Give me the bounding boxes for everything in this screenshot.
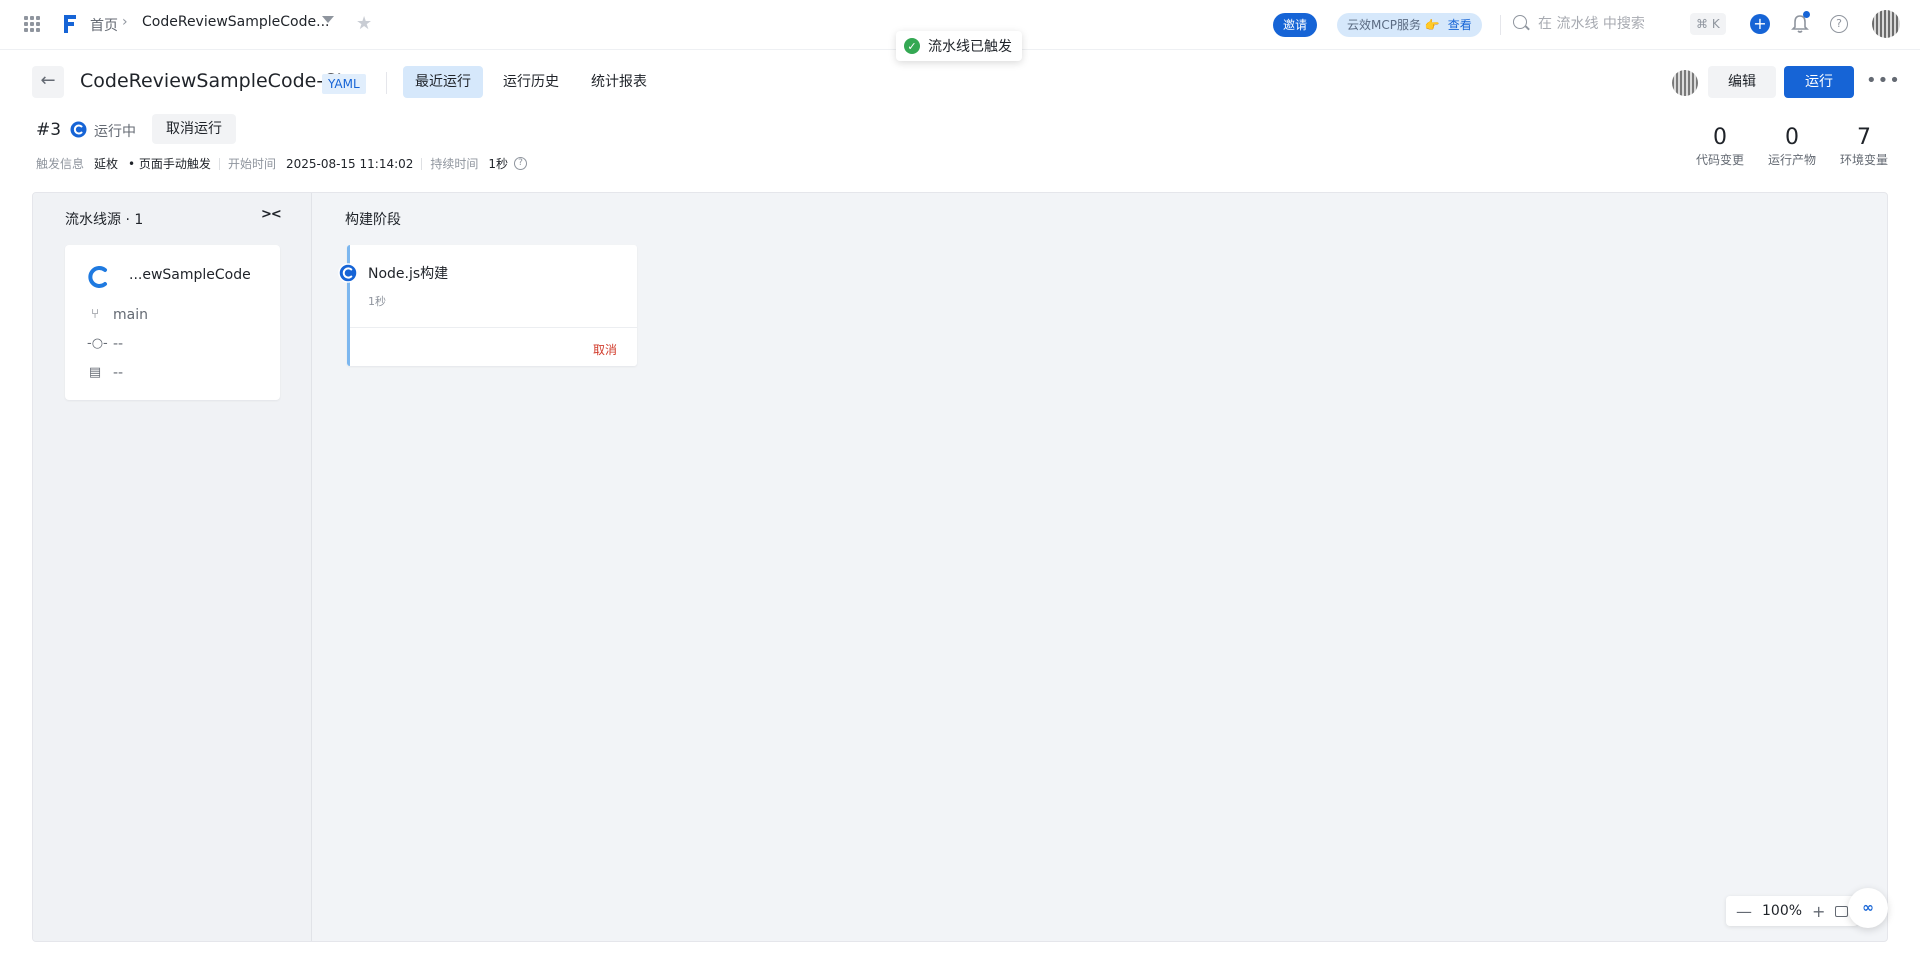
stat-label: 运行产物 [1767,153,1816,167]
question-icon[interactable]: ? [514,157,528,170]
meta-divider [218,157,220,170]
star-icon[interactable]: ★ [356,14,372,34]
job-card[interactable]: Node.js构建 1秒 取消 [338,245,637,366]
check-circle-icon: ✓ [904,38,920,54]
trigger-type: • 页面手动触发 [128,157,211,171]
mcp-service-text: 云效MCP服务 👉 [1347,18,1440,32]
document-icon: ▤ [88,365,102,380]
meta-divider [421,157,423,170]
help-icon[interactable]: ? [1830,15,1848,33]
chevron-down-icon[interactable] [322,16,334,23]
duration: 1秒 [488,157,509,171]
start-time-label: 开始时间 [227,157,276,171]
back-button[interactable]: ← [32,66,64,98]
source-card[interactable]: ...ewSampleCode ⑂ main -○- -- ▤ -- [65,245,280,400]
stat-env-vars[interactable]: 7 环境变量 [1834,124,1894,168]
notification-dot [1803,11,1810,18]
commit-icon: -○- [87,336,108,351]
apps-grid-icon[interactable] [24,16,40,32]
source-branch-row: ⑂ main [87,307,148,323]
job-name: Node.js构建 [368,266,449,282]
start-time: 2025-08-15 11:14:02 [285,156,414,171]
stat-value: 0 [1713,125,1727,150]
run-status: 运行中 [94,124,136,140]
run-button[interactable]: 运行 [1784,66,1854,98]
job-card-divider [350,327,637,328]
toast-notification: ✓ 流水线已触发 [896,31,1022,61]
repo-logo-icon [88,266,107,288]
owner-avatar[interactable] [1672,70,1698,96]
source-column: 流水线源 · 1 >< ...ewSampleCode ⑂ main -○- -… [33,193,312,941]
breadcrumb-project[interactable]: CodeReviewSampleCode... [142,14,329,30]
user-avatar[interactable] [1872,10,1900,38]
search-icon [1513,15,1527,29]
cancel-run-button[interactable]: 取消运行 [152,114,236,144]
page-title: CodeReviewSampleCode-CI [80,70,343,92]
mcp-service-banner[interactable]: 云效MCP服务 👉 查看 [1337,13,1482,37]
stat-artifacts[interactable]: 0 运行产物 [1762,124,1822,168]
pipeline-canvas[interactable]: 流水线源 · 1 >< ...ewSampleCode ⑂ main -○- -… [32,192,1888,942]
search-shortcut-badge: ⌘ K [1690,13,1726,35]
logo-icon[interactable] [60,12,80,36]
collapse-icon[interactable]: >< [261,207,282,222]
tab-statistics[interactable]: 统计报表 [579,66,659,98]
trigger-label: 触发信息 [36,157,85,171]
running-status-icon [70,121,87,138]
run-meta: 触发信息 延枚 • 页面手动触发 开始时间 2025-08-15 11:14:0… [36,155,528,172]
source-column-title: 流水线源 · 1 [65,212,144,228]
stat-value: 7 [1857,125,1871,150]
tab-run-history[interactable]: 运行历史 [491,66,571,98]
mcp-view-link[interactable]: 查看 [1448,13,1472,37]
run-number: #3 [36,120,62,140]
zoom-controls: — 100% + [1726,896,1859,926]
yaml-tag: YAML [322,74,366,94]
zoom-out-icon[interactable]: — [1736,902,1752,921]
source-branch: main [113,307,148,323]
tab-recent-runs[interactable]: 最近运行 [403,66,483,98]
branch-icon: ⑂ [91,307,99,322]
source-repo-name: ...ewSampleCode [129,267,251,283]
duration-label: 持续时间 [430,157,479,171]
fit-view-icon[interactable] [1835,905,1849,917]
running-status-icon [338,263,358,283]
edit-button[interactable]: 编辑 [1708,66,1776,98]
search-input[interactable] [1538,13,1678,35]
stage-title: 构建阶段 [345,212,401,228]
stat-code-changes[interactable]: 0 代码变更 [1690,124,1750,168]
breadcrumb-separator-icon: › [122,14,128,30]
header-divider [386,72,387,94]
stat-value: 0 [1785,125,1799,150]
assistant-icon[interactable]: ∞ [1848,888,1888,928]
nav-divider [1500,15,1501,35]
toast-message: 流水线已触发 [928,39,1012,55]
breadcrumb-home[interactable]: 首页 [90,15,118,35]
create-plus-icon[interactable]: + [1750,14,1770,34]
source-message-row: ▤ -- [87,365,123,381]
source-commit-row: -○- -- [87,336,123,352]
zoom-level: 100% [1762,903,1803,919]
job-cancel-button[interactable]: 取消 [593,341,617,358]
zoom-in-icon[interactable]: + [1812,902,1825,921]
stat-label: 代码变更 [1695,153,1744,167]
stat-label: 环境变量 [1839,153,1888,167]
source-commit: -- [113,336,124,352]
trigger-user: 延枚 [94,157,119,171]
more-options-icon[interactable]: ••• [1866,70,1901,91]
source-message: -- [113,365,124,381]
invite-button[interactable]: 邀请 [1273,13,1318,37]
job-duration: 1秒 [368,295,386,308]
